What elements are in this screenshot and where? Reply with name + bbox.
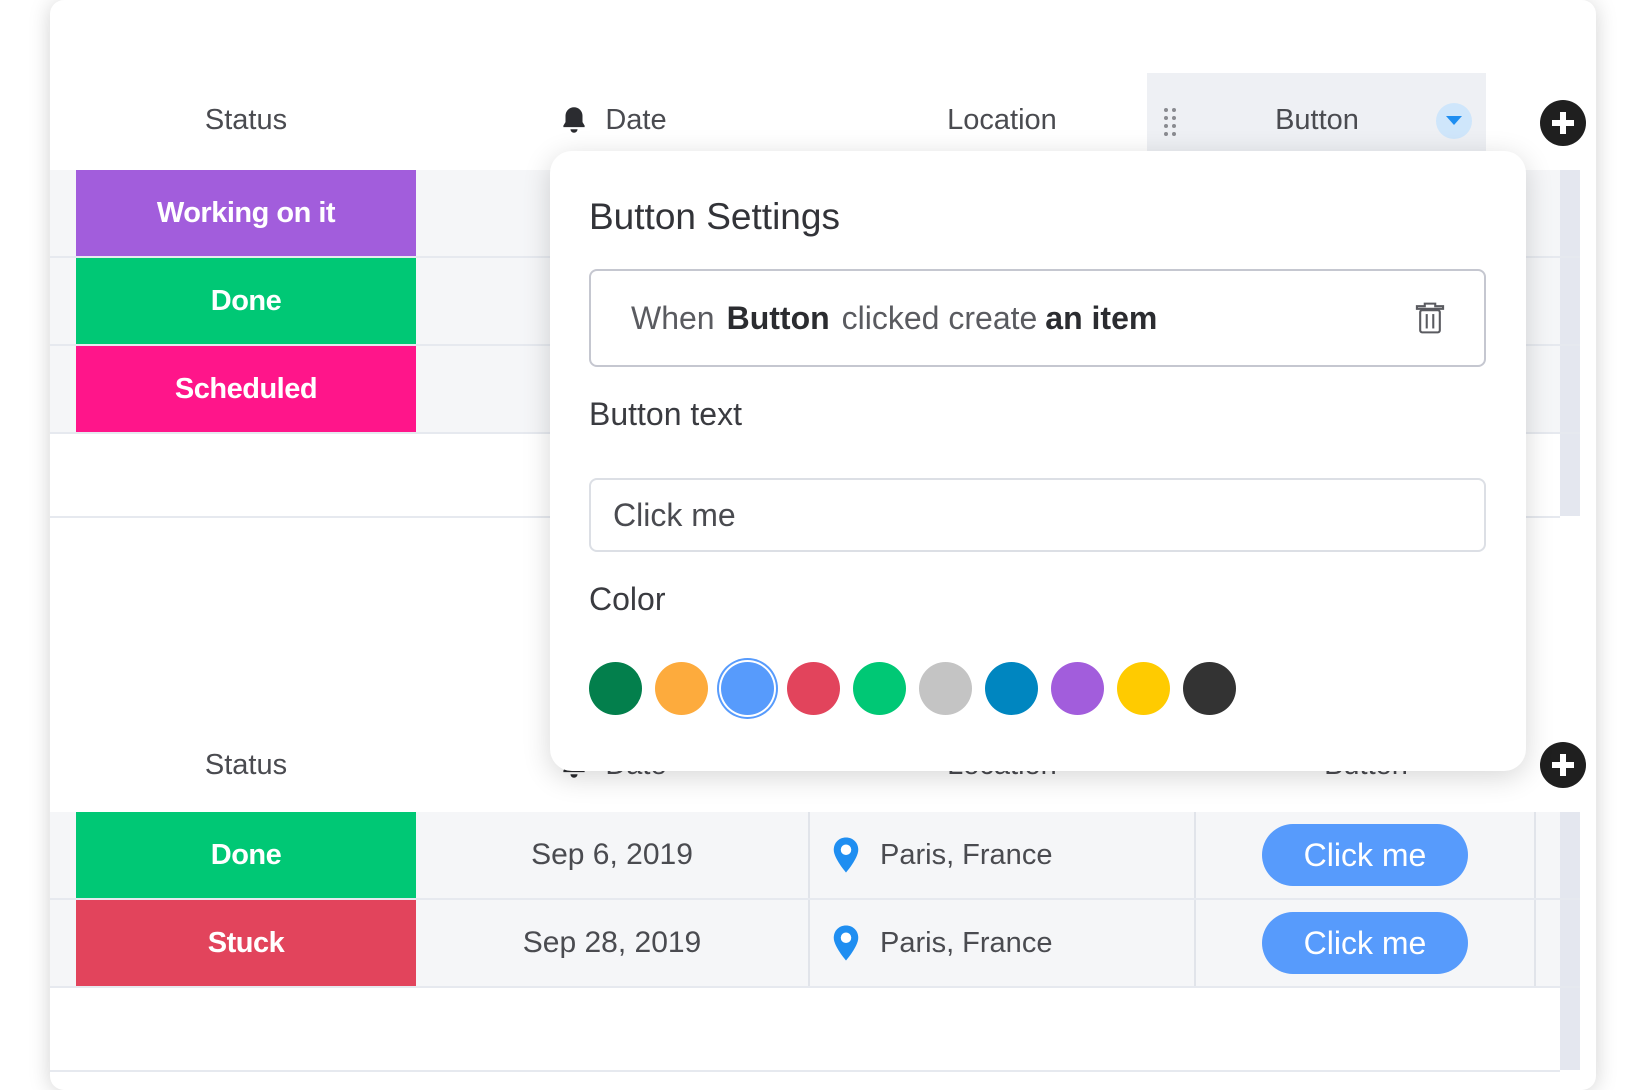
status-label: Done <box>210 838 282 871</box>
location-value: Paris, France <box>880 838 1053 871</box>
location-cell[interactable]: Paris, France <box>808 900 1196 986</box>
popover-title: Button Settings <box>589 196 840 237</box>
color-swatch-grey[interactable] <box>919 662 972 715</box>
status-cell[interactable]: Scheduled <box>76 346 416 432</box>
rule-prefix: When <box>631 299 715 336</box>
color-swatch-green[interactable] <box>853 662 906 715</box>
status-cell[interactable]: Done <box>76 258 416 344</box>
status-column-header[interactable]: Status <box>76 75 416 165</box>
date-value: Sep 6, 2019 <box>531 838 693 871</box>
button-text-label: Button text <box>589 396 742 432</box>
row-edge <box>1560 900 1580 986</box>
status-header-label: Status <box>204 103 288 136</box>
color-swatch-orange[interactable] <box>655 662 708 715</box>
add-column-button[interactable] <box>1540 100 1586 146</box>
board-card: Status Date Location Button Working on i… <box>50 0 1596 1090</box>
row-edge <box>1560 988 1580 1070</box>
plus-circle-icon <box>1552 112 1574 134</box>
table-row[interactable]: Done Sep 6, 2019 Paris, France Click me <box>50 812 1580 900</box>
date-header-label: Date <box>605 103 667 136</box>
status-label: Scheduled <box>174 372 318 405</box>
color-swatch-purple[interactable] <box>1051 662 1104 715</box>
date-value: Sep 28, 2019 <box>522 926 702 959</box>
status-label: Working on it <box>156 196 336 229</box>
status-label: Done <box>210 284 282 317</box>
color-swatch-black[interactable] <box>1183 662 1236 715</box>
rule-trigger[interactable]: Button <box>727 300 830 337</box>
status-label: Stuck <box>207 926 285 959</box>
status-cell[interactable]: Working on it <box>76 170 416 256</box>
row-edge <box>1560 258 1580 344</box>
plus-circle-icon <box>1552 754 1574 776</box>
row-edge <box>1560 812 1580 898</box>
bell-icon <box>563 107 585 133</box>
color-swatch-dark-green[interactable] <box>589 662 642 715</box>
location-value: Paris, France <box>880 926 1053 959</box>
color-swatch-yellow[interactable] <box>1117 662 1170 715</box>
click-me-button[interactable]: Click me <box>1262 912 1468 974</box>
button-cell: Click me <box>1196 812 1536 898</box>
button-text-input[interactable] <box>589 478 1486 552</box>
button-header-label: Button <box>1275 103 1359 136</box>
rule-middle: clicked create <box>841 299 1038 336</box>
color-label: Color <box>589 581 666 617</box>
trash-icon[interactable] <box>1414 301 1446 335</box>
drag-handle-icon[interactable] <box>1163 107 1177 137</box>
date-cell[interactable]: Sep 28, 2019 <box>418 900 806 986</box>
click-me-button[interactable]: Click me <box>1262 824 1468 886</box>
color-palette <box>589 662 1236 715</box>
color-swatch-dark-blue[interactable] <box>985 662 1038 715</box>
automation-rule[interactable]: When Button clicked create an item <box>589 269 1486 367</box>
location-cell[interactable]: Paris, France <box>808 812 1196 898</box>
color-swatch-red[interactable] <box>787 662 840 715</box>
location-header-label: Location <box>947 103 1057 136</box>
add-item-row[interactable] <box>50 988 1580 1072</box>
chevron-down-icon <box>1446 116 1462 125</box>
rule-action[interactable]: an item <box>1045 300 1157 337</box>
status-cell[interactable]: Done <box>76 812 416 898</box>
status-cell[interactable]: Stuck <box>76 900 416 986</box>
column-menu-button[interactable] <box>1436 103 1472 139</box>
row-edge <box>1560 434 1580 516</box>
row-edge <box>1560 346 1580 432</box>
status-header-label: Status <box>204 748 288 781</box>
map-pin-icon <box>833 925 859 961</box>
button-cell: Click me <box>1196 900 1536 986</box>
button-settings-popover: Button Settings When Button clicked crea… <box>550 151 1526 771</box>
add-column-button[interactable] <box>1540 742 1586 788</box>
date-cell[interactable]: Sep 6, 2019 <box>418 812 806 898</box>
table-row[interactable]: Stuck Sep 28, 2019 Paris, France Click m… <box>50 900 1580 988</box>
map-pin-icon <box>833 837 859 873</box>
row-edge <box>1560 170 1580 256</box>
color-swatch-blue[interactable] <box>721 662 774 715</box>
status-column-header[interactable]: Status <box>76 720 416 810</box>
